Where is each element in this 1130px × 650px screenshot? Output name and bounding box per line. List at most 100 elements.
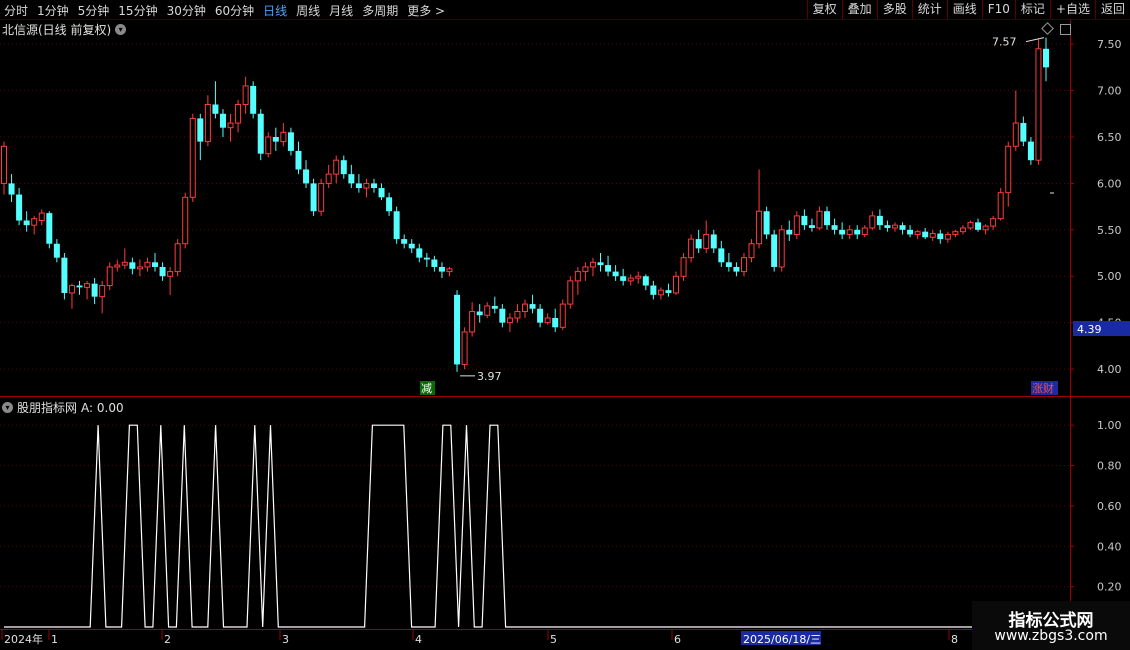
- period-tab[interactable]: 日线: [263, 2, 287, 19]
- candle-body: [831, 225, 838, 230]
- candle-body: [952, 231, 959, 235]
- candle-body: [280, 131, 287, 143]
- candle-body: [446, 268, 453, 273]
- candle-body: [891, 224, 898, 229]
- candle-body: [756, 210, 763, 245]
- dropdown-icon[interactable]: ▾: [115, 24, 127, 35]
- candle-body: [303, 169, 310, 184]
- candle-body: [1, 145, 7, 184]
- action-button[interactable]: +自选: [1049, 0, 1095, 19]
- candle-body: [642, 276, 649, 286]
- candle-body: [99, 285, 106, 298]
- candle-body: [997, 192, 1004, 220]
- period-tab[interactable]: 更多 >: [407, 2, 445, 19]
- action-button[interactable]: 标记: [1014, 0, 1050, 19]
- candle-body: [438, 266, 445, 272]
- action-button[interactable]: 统计: [911, 0, 947, 19]
- candle-body: [484, 305, 491, 316]
- indicator-dropdown-icon[interactable]: ▾: [2, 402, 13, 413]
- y-tick-label: 5.50: [1097, 224, 1122, 237]
- candle-body: [340, 160, 347, 175]
- date-label: 2: [164, 633, 171, 646]
- candle-body: [370, 183, 377, 189]
- candle-body: [257, 113, 264, 154]
- y-tick-label: 0.40: [1097, 540, 1122, 553]
- candle-body: [914, 231, 921, 235]
- action-button[interactable]: 返回: [1094, 0, 1130, 19]
- date-label: 8: [951, 633, 958, 646]
- candle-body: [272, 136, 279, 142]
- candle-body: [688, 238, 695, 259]
- right-marker: 涨财: [1032, 381, 1054, 395]
- candle-body: [1005, 145, 1012, 194]
- candle-body: [552, 318, 559, 328]
- candle-body: [46, 213, 53, 244]
- candle-body: [944, 233, 951, 240]
- candle-body: [386, 197, 393, 212]
- candle-body: [937, 233, 944, 240]
- candle-body: [287, 132, 294, 151]
- low-marker: 减: [421, 382, 432, 395]
- y-tick-label: 7.50: [1097, 38, 1122, 51]
- action-button[interactable]: 复权: [806, 0, 842, 19]
- candle-body: [159, 266, 166, 277]
- candle-body: [582, 266, 589, 273]
- action-buttons: 复权 叠加 多股 统计 画线 F10 标记 +自选 返回: [806, 0, 1130, 19]
- candle-body: [929, 233, 936, 238]
- period-tab[interactable]: 5分钟: [78, 2, 110, 19]
- candle-body: [318, 182, 325, 212]
- period-tab[interactable]: 15分钟: [118, 2, 157, 19]
- indicator-title-row: ▾ 股朋指标网 A: 0.00: [2, 399, 124, 416]
- y-tick-label: 0.80: [1097, 460, 1122, 473]
- period-tab[interactable]: 60分钟: [215, 2, 254, 19]
- period-tab[interactable]: 周线: [296, 2, 320, 19]
- candle-body: [1043, 48, 1049, 68]
- period-tab[interactable]: 1分钟: [37, 2, 69, 19]
- period-tab[interactable]: 多周期: [362, 2, 398, 19]
- y-tick-label: 4.00: [1097, 363, 1122, 376]
- candle-body: [854, 229, 861, 235]
- candle-body: [771, 234, 778, 267]
- candle-body: [846, 229, 853, 235]
- candle-body: [680, 257, 687, 277]
- period-tab[interactable]: 月线: [329, 2, 353, 19]
- action-button[interactable]: 画线: [946, 0, 982, 19]
- candle-body: [522, 303, 528, 313]
- watermark: 指标公式网 www.zbgs3.com: [972, 601, 1130, 650]
- candle-body: [348, 174, 355, 184]
- period-tab[interactable]: 30分钟: [167, 2, 206, 19]
- panel-toggle-icon[interactable]: [1060, 24, 1071, 35]
- action-button[interactable]: F10: [981, 0, 1015, 19]
- candle-body: [635, 275, 642, 279]
- stock-chart[interactable]: 7.507.006.506.005.505.004.504.007.573.97…: [0, 20, 1130, 650]
- low-annotation: 3.97: [477, 370, 502, 383]
- candle-body: [393, 211, 400, 240]
- candle-body: [959, 227, 966, 233]
- period-tab[interactable]: 分时: [4, 2, 28, 19]
- candle-body: [212, 104, 219, 114]
- candle-body: [808, 225, 815, 228]
- date-highlight: 2025/06/18/三: [743, 633, 821, 646]
- candle-body: [605, 265, 612, 272]
- candle-body: [650, 285, 657, 295]
- candle-body: [695, 239, 702, 249]
- candle-body: [567, 280, 574, 305]
- indicator-value: A: 0.00: [81, 400, 124, 415]
- candle-body: [91, 283, 98, 297]
- candle-body: [167, 271, 174, 277]
- candle-body: [1035, 48, 1042, 161]
- candle-body: [31, 218, 38, 226]
- action-button[interactable]: 叠加: [841, 0, 877, 19]
- candle-body: [537, 308, 544, 323]
- candle-body: [136, 266, 143, 270]
- candle-body: [84, 283, 91, 288]
- candle-body: [710, 234, 717, 249]
- candle-body: [469, 311, 476, 333]
- date-label: 5: [550, 633, 557, 646]
- candle-body: [861, 227, 868, 235]
- y-tick-label: 6.50: [1097, 131, 1122, 144]
- candle-body: [967, 221, 974, 229]
- y-tick-label: 7.00: [1097, 85, 1122, 98]
- action-button[interactable]: 多股: [876, 0, 912, 19]
- candle-body: [416, 248, 423, 258]
